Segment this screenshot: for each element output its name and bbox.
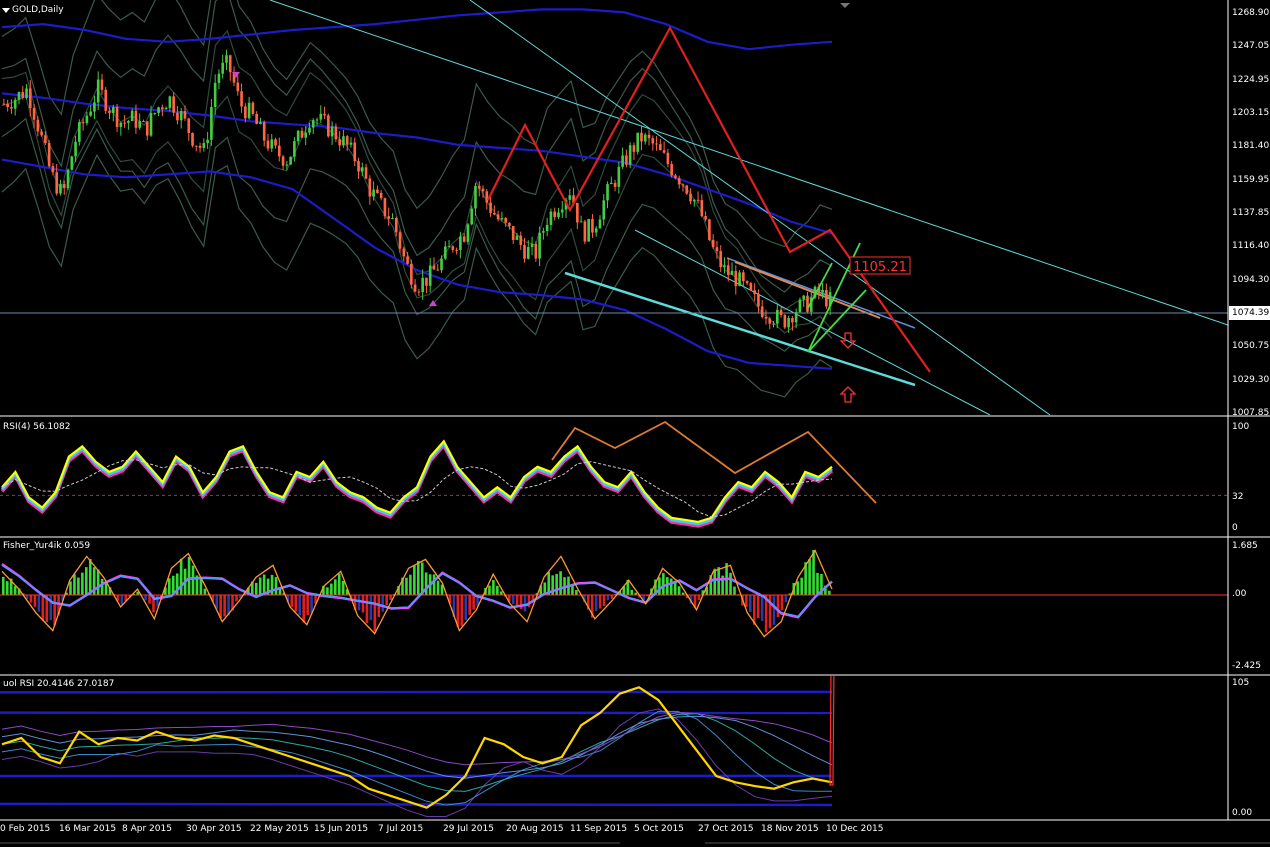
date-tick-label: 5 Oct 2015: [634, 824, 684, 834]
date-tick-label: 29 Jul 2015: [443, 824, 494, 834]
price-tick-label: 1247.05: [1232, 41, 1269, 51]
rsi-bands-tick-label: 0.00: [1232, 808, 1252, 818]
price-tick-label: 1094.30: [1232, 275, 1269, 285]
rsi-tick-label: 32: [1232, 492, 1243, 502]
date-tick-label: 16 Mar 2015: [59, 824, 116, 834]
price-tick-label: 1007.85: [1232, 408, 1269, 418]
price-tick-label: 1029.30: [1232, 375, 1269, 385]
current-price-label: 1074.39: [1232, 308, 1269, 318]
price-tick-label: 1268.90: [1232, 8, 1269, 18]
trading-terminal: 1105.21 GOLD,Daily RSI(4) 56.1082 Fisher…: [0, 0, 1270, 847]
price-tick-label: 1203.15: [1232, 108, 1269, 118]
date-tick-label: 10 Dec 2015: [826, 824, 884, 834]
date-tick-label: 20 Aug 2015: [506, 824, 564, 834]
price-tick-label: 1050.75: [1232, 341, 1269, 351]
rsi-bands-tick-label: 105: [1232, 678, 1249, 688]
fisher-tick-label: 1.685: [1232, 541, 1258, 551]
price-tick-label: 1116.40: [1232, 241, 1269, 251]
date-tick-label: 27 Oct 2015: [698, 824, 754, 834]
rsi-tick-label: 100: [1232, 422, 1249, 432]
price-tick-label: 1181.40: [1232, 141, 1269, 151]
fisher-tick-label: -2.425: [1232, 661, 1261, 671]
fisher-tick-label: .00: [1232, 589, 1246, 599]
date-tick-label: 30 Apr 2015: [186, 824, 242, 834]
scroll-marker-icon: [840, 3, 850, 8]
date-tick-label: 22 May 2015: [250, 824, 309, 834]
date-tick-label: 8 Apr 2015: [122, 824, 172, 834]
price-tick-label: 1137.85: [1232, 208, 1269, 218]
chart-frame: [0, 0, 1270, 847]
date-tick-label: 0 Feb 2015: [0, 824, 50, 834]
date-tick-label: 11 Sep 2015: [570, 824, 627, 834]
price-tick-label: 1159.95: [1232, 175, 1269, 185]
date-tick-label: 7 Jul 2015: [378, 824, 423, 834]
date-tick-label: 15 Jun 2015: [314, 824, 368, 834]
price-tick-label: 1224.95: [1232, 75, 1269, 85]
rsi-tick-label: 0: [1232, 523, 1238, 533]
date-tick-label: 18 Nov 2015: [761, 824, 819, 834]
